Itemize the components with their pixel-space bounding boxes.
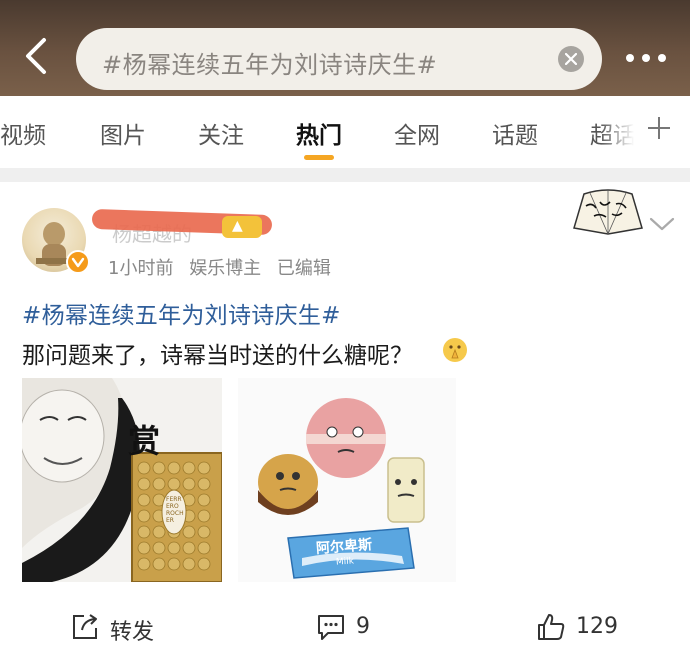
comment-icon (318, 615, 344, 640)
repost-icon (73, 614, 97, 639)
thumbs-up-icon (538, 614, 565, 640)
back-arrow-icon[interactable] (22, 36, 52, 76)
top-bar: #杨幂连续五年为刘诗诗庆生# (0, 0, 690, 96)
like-button[interactable]: 129 (536, 612, 646, 642)
more-options-icon[interactable] (626, 54, 666, 62)
active-tab-indicator (304, 155, 334, 160)
chevron-down-icon[interactable] (648, 216, 676, 232)
chocolate-box-label: FERRERO ROCHER (166, 496, 184, 524)
comment-button[interactable]: 9 (316, 612, 386, 642)
post-card[interactable]: 杨超越的 ▲ 1小时前 娱乐博主 已编辑 #杨幂连续五年为刘诗诗庆生# 那问题来… (0, 182, 690, 663)
tab-all-web[interactable]: 全网 (394, 116, 440, 150)
add-tab-icon[interactable] (645, 114, 673, 142)
search-input[interactable]: #杨幂连续五年为刘诗诗庆生# (76, 28, 602, 90)
meme-caption: 赏 (128, 422, 161, 460)
edited-label[interactable]: 已编辑 (277, 258, 331, 279)
section-separator (0, 168, 690, 182)
post-text: 那问题来了，诗幂当时送的什么糖呢？ (22, 343, 413, 369)
tab-hot[interactable]: 热门 (296, 116, 342, 150)
repost-label: 转发 (110, 620, 155, 645)
tab-fade (600, 108, 638, 152)
search-query-text: #杨幂连续五年为刘诗诗庆生# (102, 51, 438, 79)
like-count: 129 (576, 614, 618, 639)
post-image-1[interactable]: 赏 FERRERO ROCHER (22, 378, 222, 582)
praying-emoji-icon (443, 338, 467, 362)
tab-following[interactable]: 关注 (198, 116, 244, 150)
clear-search-icon[interactable] (558, 46, 584, 72)
post-time: 1小时前 (108, 258, 174, 279)
comment-count: 9 (356, 614, 370, 639)
repost-button[interactable]: 转发 (70, 612, 170, 645)
post-meta: 1小时前 娱乐博主 已编辑 (108, 254, 341, 280)
tab-images[interactable]: 图片 (100, 116, 146, 150)
decorative-fan-icon (570, 188, 646, 236)
post-category: 娱乐博主 (189, 258, 262, 279)
tab-video[interactable]: 视频 (0, 116, 46, 150)
post-image-2[interactable]: 阿尔卑斯 Milk (238, 378, 456, 582)
filter-tabs: 视频 图片 关注 热门 全网 话题 超话 (0, 96, 690, 168)
verified-badge-icon (66, 250, 90, 274)
candy-wrapper-sub: Milk (335, 556, 355, 568)
post-actions: 转发 9 129 (0, 602, 690, 658)
tab-topics[interactable]: 话题 (492, 116, 538, 150)
candy-wrapper-label: 阿尔卑斯 (315, 537, 373, 557)
level-badge: ▲ (222, 216, 262, 238)
post-hashtag[interactable]: #杨幂连续五年为刘诗诗庆生# (22, 296, 341, 330)
